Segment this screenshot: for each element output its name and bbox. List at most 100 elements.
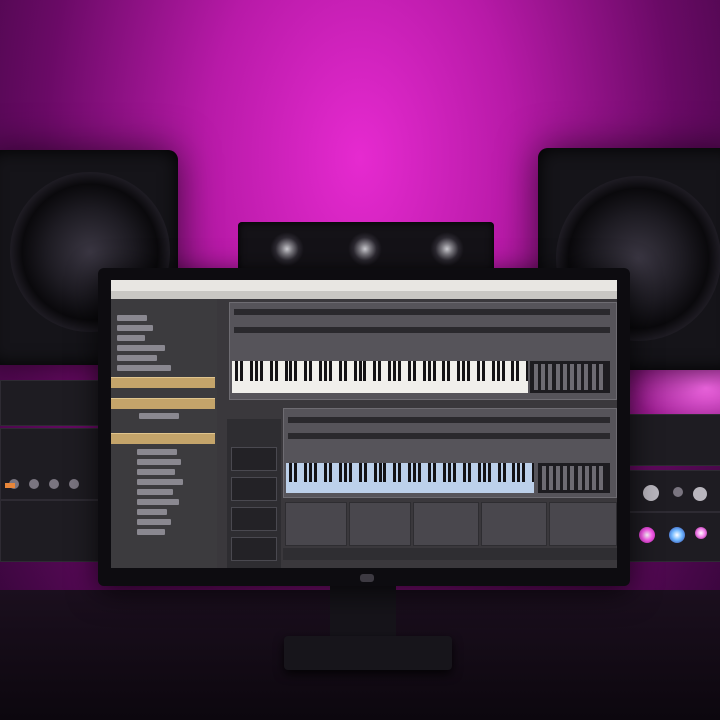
black-key[interactable]	[240, 361, 244, 381]
black-key[interactable]	[274, 361, 278, 381]
fader[interactable]	[598, 364, 603, 390]
piano-keyboard[interactable]	[232, 361, 528, 393]
sidebar-row[interactable]	[137, 489, 173, 495]
sidebar-row[interactable]	[117, 365, 171, 371]
sidebar-row[interactable]	[137, 529, 165, 535]
fader[interactable]	[591, 364, 596, 390]
black-key[interactable]	[418, 463, 422, 482]
black-key[interactable]	[363, 361, 367, 381]
black-key[interactable]	[363, 463, 367, 482]
black-key[interactable]	[491, 361, 495, 381]
black-key[interactable]	[413, 463, 417, 482]
black-key[interactable]	[512, 463, 516, 482]
fader[interactable]	[555, 364, 560, 390]
black-key[interactable]	[422, 361, 426, 381]
piano-keyboard[interactable]	[286, 463, 534, 493]
black-key[interactable]	[532, 463, 534, 482]
black-key[interactable]	[304, 463, 308, 482]
black-key[interactable]	[309, 361, 313, 381]
black-key[interactable]	[427, 361, 431, 381]
fader[interactable]	[534, 364, 538, 390]
track-item[interactable]	[231, 537, 277, 561]
sidebar-row[interactable]	[117, 325, 153, 331]
black-key[interactable]	[398, 463, 402, 482]
control-strip[interactable]	[288, 433, 610, 439]
black-key[interactable]	[487, 463, 491, 482]
fader[interactable]	[562, 364, 567, 390]
black-key[interactable]	[269, 361, 273, 381]
black-key[interactable]	[467, 361, 471, 381]
black-key[interactable]	[338, 463, 342, 482]
black-key[interactable]	[467, 463, 471, 482]
black-key[interactable]	[309, 463, 313, 482]
sidebar-row[interactable]	[137, 479, 183, 485]
black-key[interactable]	[442, 463, 446, 482]
mixer-slot[interactable]	[481, 502, 547, 546]
black-key[interactable]	[407, 361, 411, 381]
sidebar-row[interactable]	[117, 315, 147, 321]
black-key[interactable]	[477, 463, 481, 482]
sidebar-row[interactable]	[117, 345, 165, 351]
sidebar-row[interactable]	[117, 335, 145, 341]
black-key[interactable]	[373, 463, 377, 482]
black-key[interactable]	[304, 361, 308, 381]
black-key[interactable]	[482, 463, 486, 482]
fader[interactable]	[598, 466, 603, 490]
menu-bar[interactable]	[111, 280, 617, 291]
black-key[interactable]	[393, 463, 397, 482]
black-key[interactable]	[496, 361, 500, 381]
toolbar[interactable]	[111, 291, 617, 299]
black-key[interactable]	[294, 463, 298, 482]
black-key[interactable]	[324, 361, 327, 381]
black-key[interactable]	[289, 361, 293, 381]
sidebar-row[interactable]	[117, 355, 157, 361]
black-key[interactable]	[452, 463, 456, 482]
fader[interactable]	[570, 364, 574, 390]
black-key[interactable]	[353, 361, 357, 381]
fader[interactable]	[577, 364, 582, 390]
black-key[interactable]	[433, 463, 437, 482]
fader[interactable]	[591, 466, 596, 490]
black-key[interactable]	[398, 361, 401, 381]
black-key[interactable]	[502, 463, 506, 482]
fader[interactable]	[541, 364, 546, 390]
sidebar-row[interactable]	[137, 469, 175, 475]
black-key[interactable]	[259, 361, 263, 381]
sidebar-row[interactable]	[137, 509, 167, 515]
black-key[interactable]	[378, 361, 382, 381]
fader-bank[interactable]	[530, 361, 610, 393]
track-item[interactable]	[231, 477, 277, 501]
track-item[interactable]	[231, 507, 277, 531]
black-key[interactable]	[358, 361, 362, 381]
black-key[interactable]	[408, 463, 412, 482]
black-key[interactable]	[383, 463, 387, 482]
black-key[interactable]	[328, 361, 332, 381]
black-key[interactable]	[447, 463, 451, 482]
black-key[interactable]	[235, 361, 239, 381]
black-key[interactable]	[476, 361, 480, 381]
black-key[interactable]	[497, 463, 501, 482]
black-key[interactable]	[462, 463, 466, 482]
black-key[interactable]	[388, 361, 392, 381]
black-key[interactable]	[428, 463, 432, 482]
black-key[interactable]	[522, 463, 526, 482]
black-key[interactable]	[358, 463, 362, 482]
black-key[interactable]	[412, 361, 416, 381]
black-key[interactable]	[511, 361, 515, 381]
black-key[interactable]	[343, 463, 347, 482]
black-key[interactable]	[343, 361, 347, 381]
black-key[interactable]	[328, 463, 332, 482]
black-key[interactable]	[250, 361, 253, 381]
fader[interactable]	[563, 466, 568, 490]
black-key[interactable]	[314, 463, 318, 482]
black-key[interactable]	[442, 361, 446, 381]
mixer-slot[interactable]	[549, 502, 617, 546]
black-key[interactable]	[516, 361, 520, 381]
black-key[interactable]	[319, 361, 323, 381]
black-key[interactable]	[481, 361, 485, 381]
black-key[interactable]	[373, 361, 377, 381]
black-key[interactable]	[348, 463, 352, 482]
mixer-slot[interactable]	[285, 502, 347, 546]
fader[interactable]	[577, 466, 582, 490]
mixer-slot[interactable]	[413, 502, 479, 546]
